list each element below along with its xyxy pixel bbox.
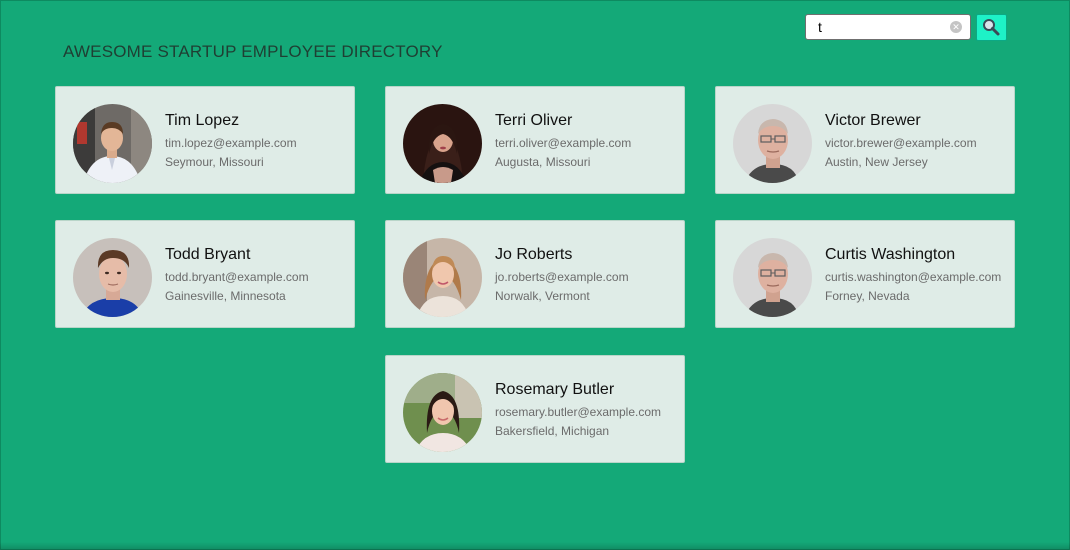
clear-icon[interactable]: ✕ <box>950 21 962 33</box>
employee-location: Forney, Nevada <box>825 289 910 303</box>
search-box[interactable]: ✕ <box>805 14 971 40</box>
bottom-shade <box>0 542 1070 550</box>
employee-location: Augusta, Missouri <box>495 155 591 169</box>
employee-email: todd.bryant@example.com <box>165 270 309 284</box>
avatar <box>403 104 482 183</box>
employee-name: Terri Oliver <box>495 112 573 129</box>
employee-email: tim.lopez@example.com <box>165 136 297 150</box>
employee-name: Victor Brewer <box>825 112 921 129</box>
employee-email: curtis.washington@example.com <box>825 270 1002 284</box>
employee-card: Victor Brewer victor.brewer@example.com … <box>715 86 1015 194</box>
employee-email: terri.oliver@example.com <box>495 136 632 150</box>
employee-location: Austin, New Jersey <box>825 155 928 169</box>
employee-location: Norwalk, Vermont <box>495 289 590 303</box>
employee-card: Terri Oliver terri.oliver@example.com Au… <box>385 86 685 194</box>
avatar <box>403 373 482 452</box>
employee-email: jo.roberts@example.com <box>495 270 629 284</box>
employee-name: Todd Bryant <box>165 246 251 263</box>
employee-card: Todd Bryant todd.bryant@example.com Gain… <box>55 220 355 328</box>
employee-location: Gainesville, Minnesota <box>165 289 286 303</box>
employee-card: Jo Roberts jo.roberts@example.com Norwal… <box>385 220 685 328</box>
employee-name: Tim Lopez <box>165 112 240 129</box>
employee-name: Jo Roberts <box>495 246 573 263</box>
employee-email: rosemary.butler@example.com <box>495 405 662 419</box>
employee-location: Bakersfield, Michigan <box>495 424 610 438</box>
employee-card: Curtis Washington curtis.washington@exam… <box>715 220 1015 328</box>
employee-name: Rosemary Butler <box>495 381 615 398</box>
employee-card: Rosemary Butler rosemary.butler@example.… <box>385 355 685 463</box>
search-input[interactable] <box>806 15 954 39</box>
avatar <box>733 238 812 317</box>
employee-card: Tim Lopez tim.lopez@example.com Seymour,… <box>55 86 355 194</box>
avatar <box>733 104 812 183</box>
employee-email: victor.brewer@example.com <box>825 136 977 150</box>
employee-location: Seymour, Missouri <box>165 155 264 169</box>
search-button[interactable] <box>976 14 1007 41</box>
employee-name: Curtis Washington <box>825 246 956 263</box>
magnifier-icon <box>983 19 1000 36</box>
avatar <box>73 104 152 183</box>
avatar <box>403 238 482 317</box>
avatar <box>73 238 152 317</box>
page-title: AWESOME STARTUP EMPLOYEE DIRECTORY <box>63 42 443 61</box>
